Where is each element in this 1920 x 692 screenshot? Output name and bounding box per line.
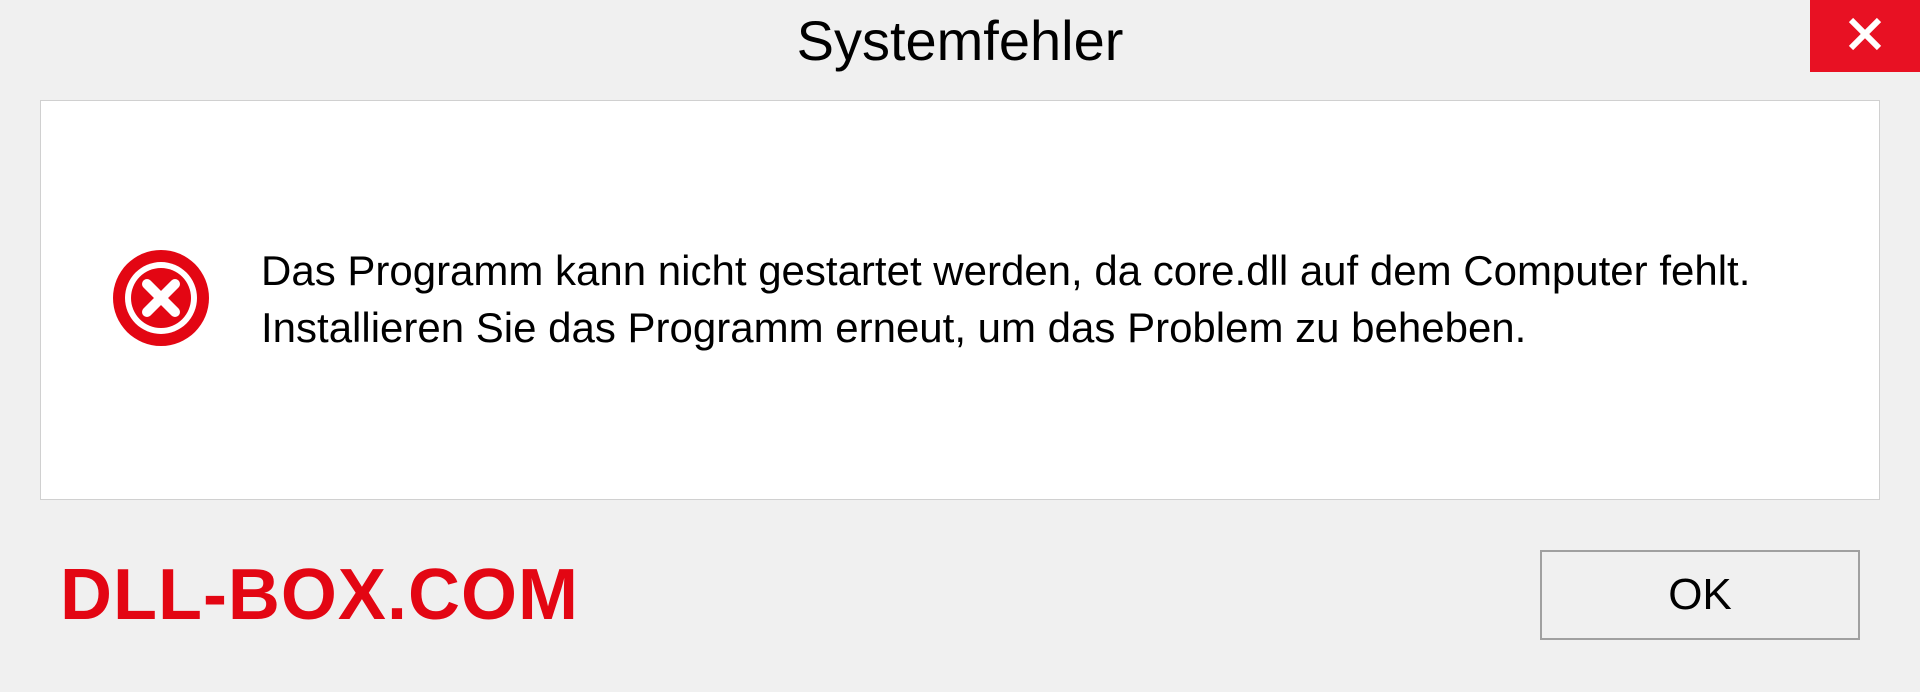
close-button[interactable] — [1810, 0, 1920, 72]
titlebar: Systemfehler — [0, 0, 1920, 80]
footer: DLL-BOX.COM OK — [0, 530, 1920, 640]
ok-button[interactable]: OK — [1540, 550, 1860, 640]
message-panel: Das Programm kann nicht gestartet werden… — [40, 100, 1880, 500]
watermark-text: DLL-BOX.COM — [60, 554, 579, 636]
close-icon — [1845, 14, 1885, 59]
error-icon — [111, 248, 211, 353]
ok-button-label: OK — [1668, 570, 1732, 620]
error-message: Das Programm kann nicht gestartet werden… — [261, 243, 1809, 356]
dialog-title: Systemfehler — [797, 8, 1124, 73]
